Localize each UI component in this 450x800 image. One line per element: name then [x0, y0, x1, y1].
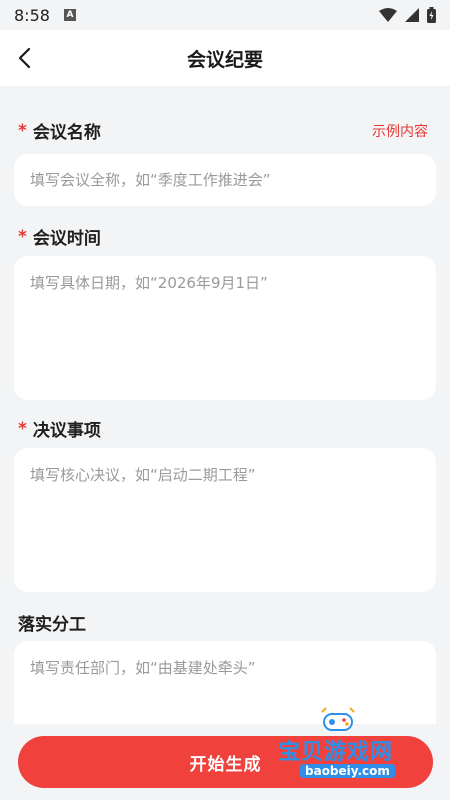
field-label-text: 会议名称: [32, 123, 101, 143]
meeting-time-textarea[interactable]: [14, 256, 436, 400]
app-bar: 会议纪要: [0, 30, 450, 86]
status-bar: 8:58 A: [0, 0, 450, 30]
chevron-left-icon: [18, 47, 31, 69]
resolutions-textarea[interactable]: [14, 448, 436, 592]
field-label-text: 落实分工: [18, 615, 86, 635]
signal-icon: [405, 8, 419, 22]
field-label-resolutions: * 决议事项: [18, 416, 101, 442]
battery-icon: [427, 7, 436, 23]
back-button[interactable]: [8, 42, 40, 74]
example-content-link[interactable]: 示例内容: [372, 121, 428, 141]
notification-icon: A: [63, 9, 76, 21]
wifi-icon: [379, 8, 397, 22]
status-time: 8:58: [14, 5, 50, 25]
watermark-logo: 宝贝游戏网 baobeiy.com: [278, 706, 438, 786]
page-title: 会议纪要: [186, 48, 263, 71]
field-label-text: 会议时间: [32, 229, 101, 249]
field-label-task-assignment: 落实分工: [18, 610, 86, 635]
required-mark: *: [18, 226, 27, 247]
watermark-text: 宝贝游戏网: [278, 740, 394, 765]
field-label-meeting-name: * 会议名称: [18, 118, 101, 144]
required-mark: *: [18, 418, 27, 439]
meeting-name-input[interactable]: [14, 154, 436, 206]
field-label-text: 决议事项: [32, 421, 101, 441]
field-label-meeting-time: * 会议时间: [18, 224, 101, 250]
status-icons: [379, 7, 436, 23]
watermark-url: baobeiy.com: [300, 764, 395, 778]
gamepad-icon: [321, 707, 355, 731]
required-mark: *: [18, 120, 27, 141]
